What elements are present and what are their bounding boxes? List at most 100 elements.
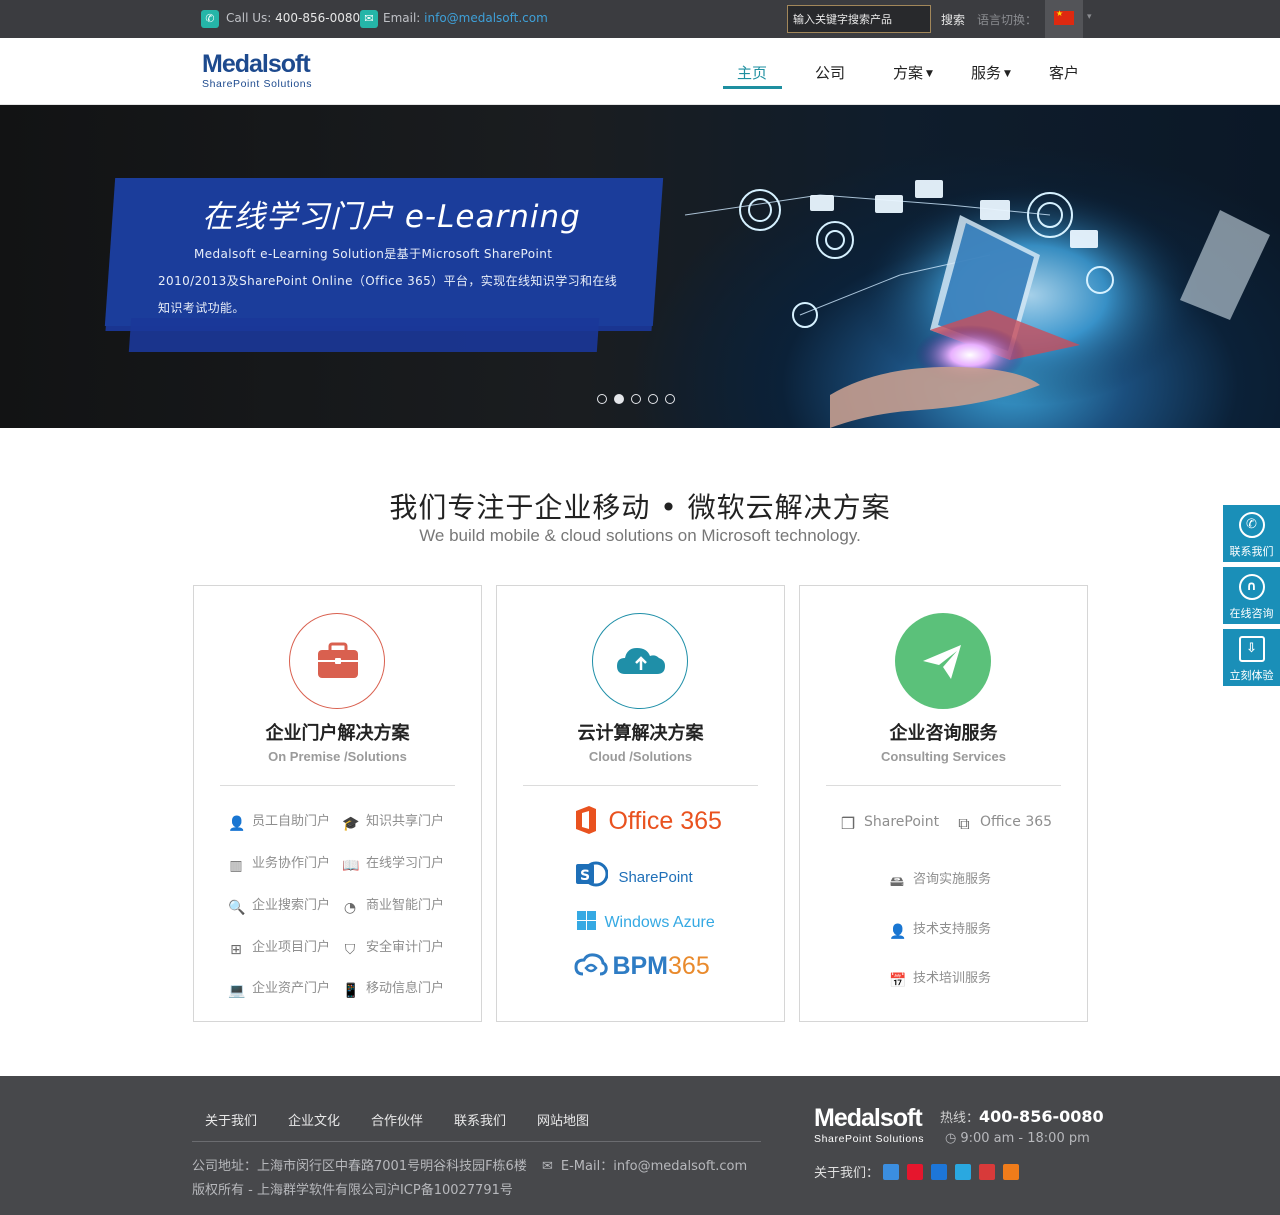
footer-link-contact[interactable]: 联系我们 (454, 1110, 506, 1129)
nav-clients[interactable]: 客户 (1049, 62, 1079, 83)
caret-down-icon: ▼ (1004, 69, 1011, 79)
service-implementation[interactable]: 🖴 咨询实施服务 (889, 868, 991, 890)
carousel-dot-4[interactable] (648, 394, 658, 404)
email-label: Email: (383, 11, 421, 25)
logo-tagline: SharePoint Solutions (202, 78, 313, 90)
footer-logo-name: Medalsoft (814, 1104, 923, 1132)
bpm365-logo[interactable]: BPM365 (574, 952, 710, 981)
email-link[interactable]: info@medalsoft.com (424, 11, 548, 25)
search-input[interactable] (787, 5, 931, 33)
portal-enterprise-asset[interactable]: 💻 企业资产门户 (228, 977, 330, 999)
footer-link-about[interactable]: 关于我们 (205, 1110, 257, 1129)
nav-solutions[interactable]: 方案 ▼ (893, 62, 933, 83)
portal-label: 在线学习门户 (366, 856, 445, 871)
nav-home[interactable]: 主页 (737, 62, 767, 83)
hotline-number: 400-856-0080 (979, 1107, 1104, 1126)
hero-title: 在线学习门户 e-Learning (202, 199, 581, 235)
mobile-phone-icon: 📱 (342, 983, 360, 999)
share-plus-icon[interactable] (1003, 1164, 1020, 1180)
pie-chart-icon: ◔ (343, 900, 357, 916)
product-sharepoint[interactable]: ❒ SharePoint (840, 814, 939, 832)
footer-email-text[interactable]: E-Mail：info@medalsoft.com (561, 1159, 747, 1174)
portal-online-learning[interactable]: 📖 在线学习门户 (342, 852, 444, 874)
carousel-dots (597, 389, 682, 404)
nav-services[interactable]: 服务 ▼ (971, 62, 1011, 83)
graduation-cap-icon: 🎓 (342, 816, 360, 832)
office-icon: ❒ (840, 814, 856, 833)
footer-divider (192, 1141, 761, 1142)
footer-link-sitemap[interactable]: 网站地图 (537, 1110, 589, 1129)
portal-label: 企业搜索门户 (252, 898, 331, 913)
service-training[interactable]: 📅 技术培训服务 (889, 967, 991, 989)
office365-logo[interactable]: Office 365 (573, 805, 722, 836)
nav-company[interactable]: 公司 (815, 62, 845, 83)
portal-label: 知识共享门户 (366, 814, 445, 829)
weibo-icon[interactable] (907, 1164, 924, 1180)
qq-weibo-icon[interactable] (955, 1164, 972, 1180)
hero-caption-shadow (128, 318, 600, 352)
hours-text: 9:00 am - 18:00 pm (960, 1131, 1090, 1146)
card-title: 企业门户解决方案 (265, 723, 410, 744)
support-person-icon: 👤 (889, 924, 907, 940)
float-label: 在线咨询 (1229, 607, 1274, 620)
china-flag-icon[interactable] (1054, 9, 1074, 25)
hero-desc-line: Medalsoft e-Learning Solution是基于Microsof… (194, 247, 553, 261)
hero-desc-line: 知识考试功能。 (158, 301, 245, 315)
portal-enterprise-project[interactable]: ⊞ 企业项目门户 (228, 936, 330, 958)
renren-icon[interactable] (931, 1164, 948, 1180)
carousel-dot-1[interactable] (597, 394, 607, 404)
sharepoint-logo[interactable]: S SharePoint (574, 858, 693, 890)
card-title: 企业咨询服务 (889, 723, 998, 744)
office-icon (576, 806, 596, 834)
portal-enterprise-search[interactable]: 🔍 企业搜索门户 (228, 894, 330, 916)
hotline-label: 热线： (940, 1111, 980, 1126)
card-subtitle: Cloud /Solutions (588, 749, 693, 764)
card-consulting[interactable]: 企业咨询服务 Consulting Services ❒ SharePoint ⧉… (799, 585, 1088, 1022)
server-icon: 🖴 (889, 874, 905, 890)
office365-label: Office 365 (608, 807, 722, 835)
card-cloud[interactable]: 云计算解决方案 Cloud /Solutions Office 365 S Sh… (496, 585, 785, 1022)
hero-desc-line: 2010/2013及SharePoint Online（Office 365）平… (158, 274, 618, 288)
footer-email: ✉ E-Mail：info@medalsoft.com (542, 1155, 747, 1174)
carousel-dot-2[interactable] (614, 394, 624, 404)
azure-label: Windows Azure (604, 914, 715, 931)
windows-azure-logo[interactable]: Windows Azure (577, 911, 715, 932)
card-divider (220, 785, 455, 786)
product-label: SharePoint (864, 814, 940, 830)
social-label: 关于我们： (814, 1166, 880, 1181)
try-now-float[interactable]: ⇩ 立刻体验 (1223, 629, 1280, 686)
sharepoint-icon: S (576, 861, 609, 887)
chevron-down-icon[interactable]: ▾ (1087, 12, 1092, 22)
bpm-cloud-icon (574, 953, 608, 976)
service-tech-support[interactable]: 👤 技术支持服务 (889, 918, 991, 940)
nav-solutions-label: 方案 (893, 64, 924, 82)
logo[interactable]: Medalsoft SharePoint Solutions (202, 50, 332, 94)
product-office365[interactable]: ⧉ Office 365 (956, 814, 1052, 832)
portal-business-intelligence[interactable]: ◔ 商业智能门户 (342, 894, 444, 916)
service-label: 咨询实施服务 (913, 872, 992, 887)
search-button[interactable]: 搜索 (941, 11, 965, 28)
float-label: 立刻体验 (1229, 669, 1274, 682)
portal-mobile-info[interactable]: 📱 移动信息门户 (342, 977, 444, 999)
qzone-icon[interactable] (883, 1164, 900, 1180)
footer-link-culture[interactable]: 企业文化 (288, 1110, 340, 1129)
portal-label: 移动信息门户 (366, 981, 445, 996)
portal-security-audit[interactable]: ⛉ 安全审计门户 (342, 936, 444, 958)
hero-description: Medalsoft e-Learning Solution是基于Microsof… (158, 241, 638, 322)
language-label: 语言切换： (977, 13, 1038, 27)
portal-knowledge-sharing[interactable]: 🎓 知识共享门户 (342, 810, 444, 832)
sharepoint-icon: ⧉ (958, 814, 970, 833)
portal-employee-self-service[interactable]: 👤 员工自助门户 (228, 810, 330, 832)
card-on-premise[interactable]: 企业门户解决方案 On Premise /Solutions 👤 员工自助门户 🎓… (193, 585, 482, 1022)
bpm-label: BPM (612, 952, 669, 980)
carousel-dot-3[interactable] (631, 394, 641, 404)
portal-business-collaboration[interactable]: ▥ 业务协作门户 (228, 852, 330, 874)
douban-icon[interactable] (979, 1164, 996, 1180)
carousel-dot-5[interactable] (665, 394, 675, 404)
product-label: Office 365 (980, 814, 1053, 830)
headset-icon: ∩ (1238, 574, 1265, 600)
online-consult-float[interactable]: ∩ 在线咨询 (1223, 567, 1280, 624)
nav-active-indicator (723, 86, 782, 89)
footer-link-partners[interactable]: 合作伙伴 (371, 1110, 423, 1129)
contact-us-float[interactable]: ✆ 联系我们 (1223, 505, 1280, 562)
